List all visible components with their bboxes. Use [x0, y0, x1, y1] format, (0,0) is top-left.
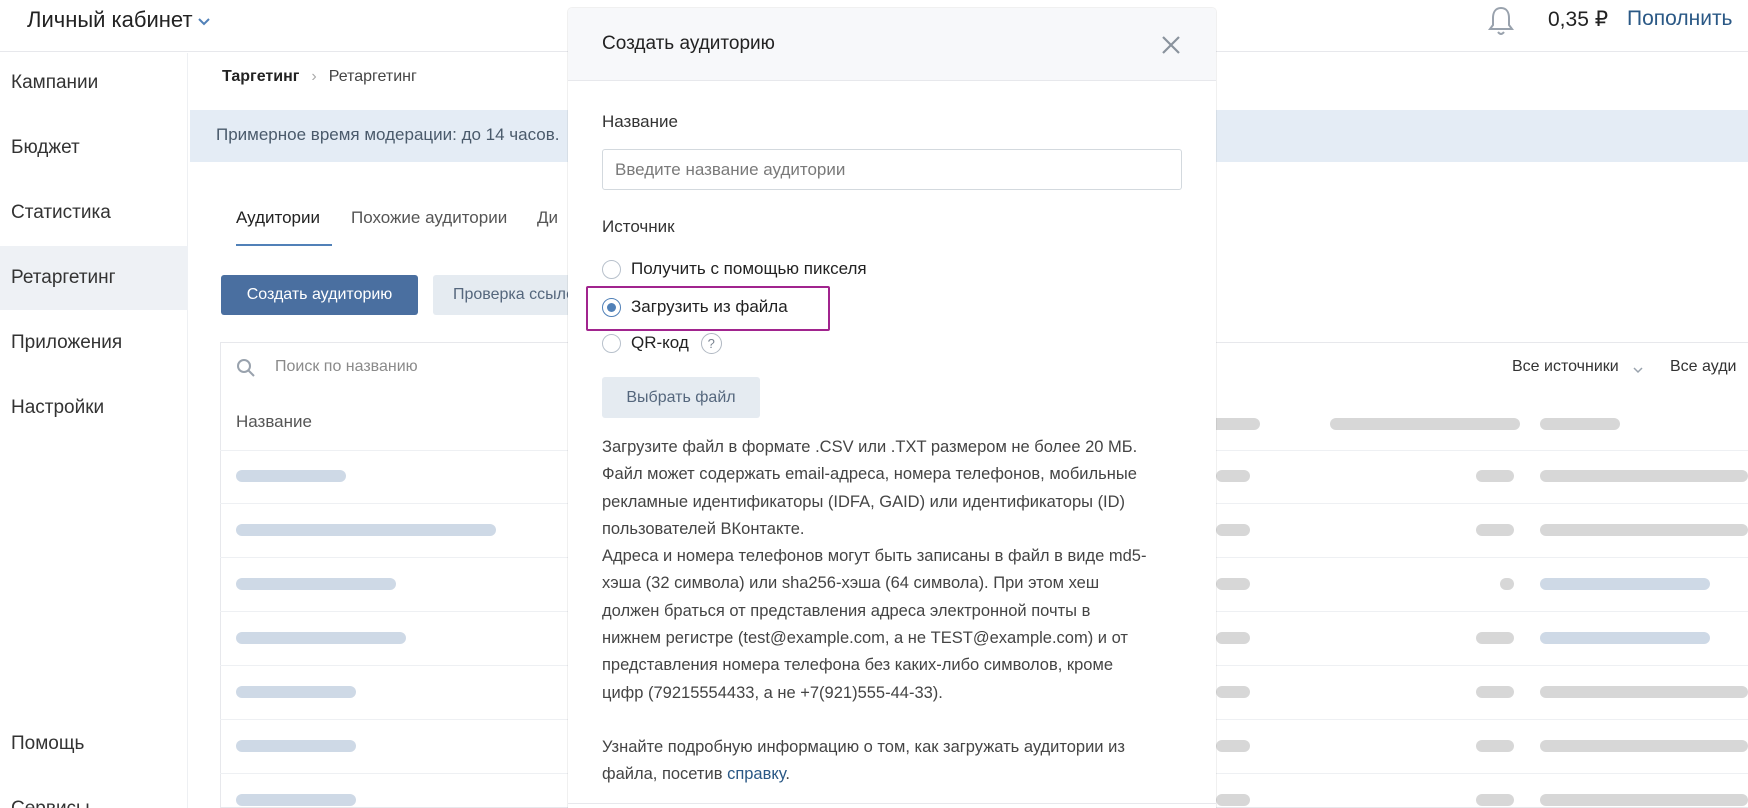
balance-value: 0,35 ₽: [1548, 8, 1609, 31]
column-header-name[interactable]: Название: [236, 412, 312, 432]
help-article-link[interactable]: справку: [727, 765, 785, 783]
desc-line: Файл может содержать email-адреса, номер…: [602, 465, 1137, 484]
table-cell-blurred: [1476, 632, 1514, 644]
table-row[interactable]: [236, 740, 356, 752]
breadcrumb-item-targeting[interactable]: Таргетинг: [222, 68, 299, 85]
desc-line: должен браться от представления адреса э…: [602, 601, 1091, 620]
source-option-pixel[interactable]: Получить с помощью пикселя: [602, 257, 867, 281]
table-cell-blurred: [1216, 686, 1250, 698]
moderation-notice-text: Примерное время модерации: до 14 часов.: [216, 125, 560, 144]
breadcrumb-item-retargeting: Ретаргетинг: [328, 68, 417, 85]
audience-name-input[interactable]: [602, 149, 1182, 190]
source-label: Источник: [602, 217, 675, 236]
radio-qr[interactable]: [602, 333, 621, 353]
sidebar-item-settings[interactable]: Настройки: [11, 397, 104, 419]
tab-dynamic[interactable]: Ди: [537, 208, 558, 228]
sidebar-item-apps[interactable]: Приложения: [11, 332, 122, 354]
modal-title: Создать аудиторию: [602, 33, 775, 54]
desc-line: пользователей ВКонтакте.: [602, 519, 805, 538]
table-cell-blurred: [1476, 470, 1514, 482]
tab-lookalike[interactable]: Похожие аудитории: [351, 208, 507, 228]
desc-line: Загрузите файл в формате .CSV или .TXT р…: [602, 438, 1138, 456]
sidebar-item-retargeting[interactable]: Ретаргетинг: [11, 267, 116, 289]
tab-active-indicator: [236, 244, 332, 246]
table-cell-blurred: [1216, 578, 1250, 590]
filter-sources-dropdown[interactable]: Все источники: [1512, 358, 1619, 376]
table-cell-blurred: [1476, 686, 1514, 698]
table-cell-blurred: [1476, 794, 1514, 806]
upload-description: Загрузите файл в формате .CSV или .TXT р…: [602, 434, 1182, 789]
table-row[interactable]: [236, 524, 496, 536]
choose-file-button[interactable]: Выбрать файл: [602, 377, 760, 418]
table-cell-blurred: [1216, 470, 1250, 482]
sidebar-item-statistics[interactable]: Статистика: [11, 202, 111, 224]
bell-icon[interactable]: [1486, 4, 1516, 38]
create-audience-modal: Создать аудиторию Название Источник Полу…: [568, 8, 1216, 808]
filter-audiences-dropdown[interactable]: Все ауди: [1670, 358, 1736, 376]
table-row[interactable]: [236, 470, 346, 482]
sidebar-item-campaigns[interactable]: Кампании: [11, 72, 98, 94]
close-icon[interactable]: [1158, 32, 1184, 58]
table-cell-blurred: [1216, 794, 1250, 806]
desc-line: нижнем регистре (test@example.com, а не …: [602, 629, 1128, 648]
column-header-blurred: [1540, 418, 1620, 430]
source-option-file[interactable]: Загрузить из файла: [602, 295, 788, 319]
sidebar-item-help[interactable]: Помощь: [11, 733, 84, 755]
search-input[interactable]: Поиск по названию: [275, 358, 418, 376]
topup-link[interactable]: Пополнить: [1627, 7, 1733, 31]
modal-header: Создать аудиторию: [568, 8, 1216, 81]
source-option-file-label: Загрузить из файла: [631, 297, 788, 316]
desc-line: рекламные идентификаторы (IDFA, GAID) ил…: [602, 492, 1126, 511]
table-row[interactable]: [236, 578, 396, 590]
radio-pixel[interactable]: [602, 259, 621, 279]
source-option-qr[interactable]: QR-код ?: [602, 331, 722, 355]
tab-audiences[interactable]: Аудитории: [236, 208, 320, 228]
table-cell-blurred: [1540, 740, 1748, 752]
info-line: файла, посетив справку.: [602, 761, 1182, 788]
table-cell-blurred: [1500, 578, 1514, 590]
source-option-pixel-label: Получить с помощью пикселя: [631, 259, 867, 278]
table-cell-blurred[interactable]: [1540, 632, 1710, 644]
table-cell-blurred: [1540, 524, 1748, 536]
table-cell-blurred: [1476, 740, 1514, 752]
table-cell-blurred: [1540, 470, 1748, 482]
chevron-down-icon: [1633, 367, 1643, 374]
table-row[interactable]: [236, 686, 356, 698]
name-label: Название: [602, 112, 678, 131]
radio-file[interactable]: [602, 297, 621, 317]
desc-line: хэша (32 символа) или sha256-хэша (64 си…: [602, 574, 1100, 593]
sidebar: [0, 53, 188, 808]
sidebar-item-budget[interactable]: Бюджет: [11, 137, 80, 159]
help-icon[interactable]: ?: [700, 332, 722, 354]
info-line-prefix: файла, посетив: [602, 765, 728, 784]
chevron-down-icon[interactable]: [197, 14, 211, 28]
table-cell-blurred: [1216, 740, 1250, 752]
table-cell-blurred: [1476, 524, 1514, 536]
table-row[interactable]: [236, 632, 406, 644]
column-header-blurred: [1330, 418, 1520, 430]
desc-line: Адреса и номера телефонов могут быть зап…: [602, 547, 1147, 566]
modal-footer-divider: [568, 803, 1216, 804]
table-cell-blurred: [1540, 794, 1748, 806]
cabinet-title[interactable]: Личный кабинет: [27, 7, 193, 33]
table-row[interactable]: [236, 794, 356, 806]
desc-line: представления номера телефона без каких-…: [602, 656, 1114, 675]
check-links-button[interactable]: Проверка ссылок: [433, 275, 573, 315]
search-icon: [237, 359, 255, 377]
table-cell-blurred: [1540, 686, 1748, 698]
table-cell-blurred: [1216, 632, 1250, 644]
source-option-qr-label: QR-код: [631, 333, 689, 352]
create-audience-button[interactable]: Создать аудиторию: [221, 275, 418, 315]
info-line: Узнайте подробную информацию о том, как …: [602, 737, 1125, 756]
desc-line: цифр (79215554433, а не +7(921)555-44-33…: [602, 683, 943, 702]
breadcrumb: Таргетинг › Ретаргетинг: [222, 68, 417, 86]
table-cell-blurred: [1216, 524, 1250, 536]
breadcrumb-separator-icon: ›: [311, 68, 317, 85]
sidebar-item-services[interactable]: Сервисы: [11, 798, 90, 808]
table-cell-blurred[interactable]: [1540, 578, 1710, 590]
info-line-suffix: .: [785, 765, 790, 784]
